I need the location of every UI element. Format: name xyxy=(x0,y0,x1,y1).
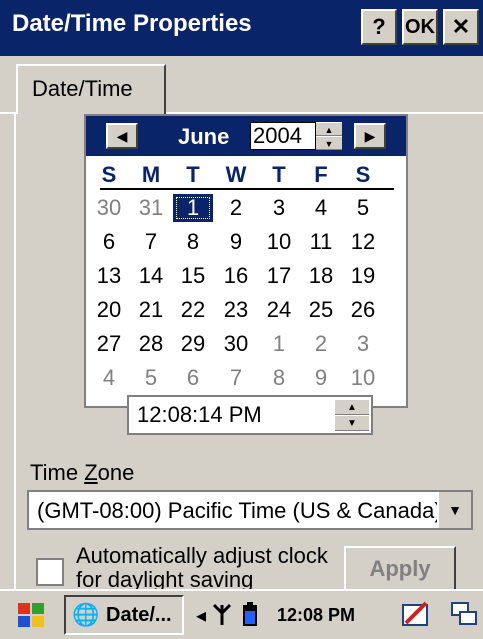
year-spinner[interactable]: ▲ ▼ xyxy=(316,122,342,150)
calendar-day[interactable]: 9 xyxy=(216,228,256,256)
taskbar: 🌐 Date/... ◂ 12:08 PM xyxy=(0,589,483,639)
calendar-day[interactable]: 10 xyxy=(343,364,383,392)
dst-checkbox[interactable] xyxy=(36,558,64,586)
calendar-day[interactable]: 8 xyxy=(259,364,299,392)
taskbar-date-time-button[interactable]: 🌐 Date/... xyxy=(64,595,184,635)
weekday-separator xyxy=(100,188,394,190)
ok-button[interactable]: OK xyxy=(402,9,438,45)
calendar-day[interactable]: 8 xyxy=(173,228,213,256)
tab-date-time[interactable]: Date/Time xyxy=(16,64,166,114)
calendar-day[interactable]: 19 xyxy=(343,262,383,290)
input-panel-icon[interactable] xyxy=(402,601,430,633)
calendar-day[interactable]: 13 xyxy=(89,262,129,290)
calendar-day[interactable]: 5 xyxy=(131,364,171,392)
windows-flag-icon[interactable] xyxy=(14,601,54,633)
tab-panel-border xyxy=(14,112,16,589)
calendar-day[interactable]: 18 xyxy=(301,262,341,290)
calendar-day[interactable]: 17 xyxy=(259,262,299,290)
calendar-day[interactable]: 22 xyxy=(173,296,213,324)
desktop-windows-icon[interactable] xyxy=(450,601,480,633)
calendar-day[interactable]: 16 xyxy=(216,262,256,290)
calendar-day[interactable]: 2 xyxy=(301,330,341,358)
close-button[interactable]: ✕ xyxy=(443,9,479,45)
calendar-day[interactable]: 3 xyxy=(343,330,383,358)
calendar-day[interactable]: 14 xyxy=(131,262,171,290)
calendar: ◀ June 2004 ▲ ▼ ▶ SMTWTFS 30 31 1 2 3 4 5 6 7 8 9 1… xyxy=(84,114,408,408)
next-month-button[interactable]: ▶ xyxy=(354,123,386,149)
calendar-day[interactable]: 9 xyxy=(301,364,341,392)
calendar-day[interactable]: 7 xyxy=(131,228,171,256)
calendar-day[interactable]: 24 xyxy=(259,296,299,324)
time-zone-label: Time Zone xyxy=(30,460,135,485)
calendar-day[interactable]: 7 xyxy=(216,364,256,392)
calendar-day[interactable]: 30 xyxy=(89,194,129,222)
weekday-header: W xyxy=(225,162,247,187)
calendar-day[interactable]: 23 xyxy=(216,296,256,324)
weekday-header: S xyxy=(101,162,117,187)
chevron-down-icon[interactable]: ▼ xyxy=(437,492,471,528)
calendar-day-selected[interactable]: 1 xyxy=(173,194,213,222)
tab-panel-border xyxy=(0,112,14,114)
calendar-header: ◀ June 2004 ▲ ▼ ▶ xyxy=(86,116,406,156)
window-title: Date/Time Properties xyxy=(12,10,252,37)
title-bar: Date/Time Properties ? OK ✕ xyxy=(0,0,483,56)
help-button[interactable]: ? xyxy=(361,9,397,45)
apply-button[interactable]: Apply xyxy=(344,546,456,594)
time-zone-value[interactable]: (GMT-08:00) Pacific Time (US & Canada) xyxy=(37,498,442,524)
weekday-header: M xyxy=(141,162,161,187)
month-label[interactable]: June xyxy=(178,124,229,150)
calendar-day[interactable]: 3 xyxy=(259,194,299,222)
calendar-day[interactable]: 11 xyxy=(301,228,341,256)
time-value[interactable]: 12:08:14 PM xyxy=(137,402,262,427)
calendar-day[interactable]: 2 xyxy=(216,194,256,222)
taskbar-clock[interactable]: 12:08 PM xyxy=(277,605,355,626)
calendar-day[interactable]: 28 xyxy=(131,330,171,358)
calendar-day[interactable]: 21 xyxy=(131,296,171,324)
year-input[interactable]: 2004 xyxy=(250,122,316,150)
calendar-day[interactable]: 25 xyxy=(301,296,341,324)
calendar-day[interactable]: 4 xyxy=(301,194,341,222)
calendar-day[interactable]: 6 xyxy=(89,228,129,256)
spin-down-icon[interactable]: ▼ xyxy=(335,415,369,431)
prev-month-button[interactable]: ◀ xyxy=(106,123,138,149)
calendar-day[interactable]: 4 xyxy=(89,364,129,392)
calendar-day[interactable]: 5 xyxy=(343,194,383,222)
calendar-day[interactable]: 12 xyxy=(343,228,383,256)
calendar-day[interactable]: 10 xyxy=(259,228,299,256)
calendar-day[interactable]: 27 xyxy=(89,330,129,358)
spin-up-icon[interactable]: ▲ xyxy=(335,399,369,415)
calendar-day[interactable]: 26 xyxy=(343,296,383,324)
weekday-header: S xyxy=(355,162,371,187)
task-label: Date/... xyxy=(106,604,172,626)
calendar-day[interactable]: 30 xyxy=(216,330,256,358)
antenna-icon[interactable] xyxy=(212,601,232,633)
tab-label: Date/Time xyxy=(32,76,133,101)
calendar-day[interactable]: 6 xyxy=(173,364,213,392)
spin-up-icon[interactable]: ▲ xyxy=(316,122,342,136)
time-input[interactable]: 12:08:14 PM ▲ ▼ xyxy=(127,395,373,435)
spin-down-icon[interactable]: ▼ xyxy=(316,136,342,150)
signal-arrow-icon[interactable]: ◂ xyxy=(196,603,206,628)
calendar-day[interactable]: 1 xyxy=(259,330,299,358)
calendar-day[interactable]: 15 xyxy=(173,262,213,290)
weekday-header: F xyxy=(314,162,328,187)
dst-checkbox-label[interactable]: Automatically adjust clock for daylight … xyxy=(76,544,336,589)
globe-clock-icon: 🌐 xyxy=(72,602,100,627)
weekday-header: T xyxy=(186,162,200,187)
time-zone-select[interactable]: (GMT-08:00) Pacific Time (US & Canada) ▼ xyxy=(27,490,473,530)
calendar-day[interactable]: 29 xyxy=(173,330,213,358)
battery-icon[interactable] xyxy=(242,601,258,633)
calendar-day[interactable]: 31 xyxy=(131,194,171,222)
weekday-header: T xyxy=(272,162,286,187)
calendar-day[interactable]: 20 xyxy=(89,296,129,324)
time-spinner[interactable]: ▲ ▼ xyxy=(335,399,369,431)
